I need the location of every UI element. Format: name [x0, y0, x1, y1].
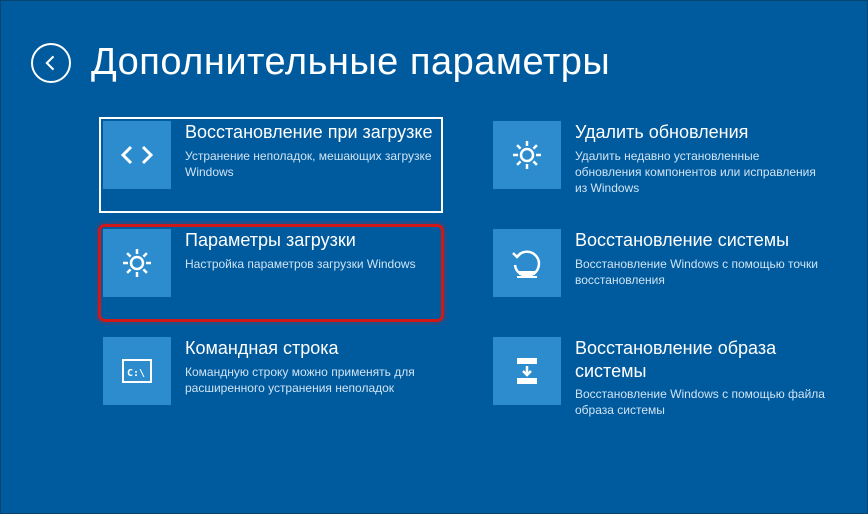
tile-startup-settings[interactable]: Параметры загрузки Настройка параметров …	[101, 227, 441, 319]
tile-text: Восстановление при загрузке Устранение н…	[185, 121, 439, 180]
gear-icon	[103, 229, 171, 297]
tile-title: Командная строка	[185, 337, 439, 360]
tile-desc: Удалить недавно установленные обновления…	[575, 148, 829, 197]
tile-text: Восстановление образа системы Восстановл…	[575, 337, 829, 418]
tile-desc: Восстановление Windows с помощью точки в…	[575, 256, 829, 288]
tile-system-restore[interactable]: Восстановление системы Восстановление Wi…	[491, 227, 831, 319]
tile-uninstall-updates[interactable]: Удалить обновления Удалить недавно устан…	[491, 119, 831, 211]
advanced-options-screen: Дополнительные параметры Восстановление …	[0, 0, 868, 514]
svg-text:C:\: C:\	[127, 368, 145, 379]
image-restore-icon	[493, 337, 561, 405]
tile-command-prompt[interactable]: C:\ Командная строка Командную строку мо…	[101, 335, 441, 427]
tile-text: Восстановление системы Восстановление Wi…	[575, 229, 829, 288]
tile-desc: Устранение неполадок, мешающих загрузке …	[185, 148, 439, 180]
tile-title: Восстановление системы	[575, 229, 829, 252]
tile-desc: Командную строку можно применять для рас…	[185, 364, 439, 396]
header: Дополнительные параметры	[31, 41, 867, 84]
tile-text: Параметры загрузки Настройка параметров …	[185, 229, 439, 272]
tile-desc: Настройка параметров загрузки Windows	[185, 256, 439, 272]
tile-text: Командная строка Командную строку можно …	[185, 337, 439, 396]
right-column: Удалить обновления Удалить недавно устан…	[491, 119, 831, 427]
arrow-left-icon	[41, 53, 61, 73]
back-button[interactable]	[31, 43, 71, 83]
tile-title: Восстановление образа системы	[575, 337, 829, 382]
tile-text: Удалить обновления Удалить недавно устан…	[575, 121, 829, 196]
tile-system-image-recovery[interactable]: Восстановление образа системы Восстановл…	[491, 335, 831, 427]
tile-title: Параметры загрузки	[185, 229, 439, 252]
restore-icon	[493, 229, 561, 297]
left-column: Восстановление при загрузке Устранение н…	[101, 119, 441, 427]
gear-icon	[493, 121, 561, 189]
tile-desc: Восстановление Windows с помощью файла о…	[575, 386, 829, 418]
code-icon	[103, 121, 171, 189]
page-title: Дополнительные параметры	[91, 41, 610, 84]
tile-startup-repair[interactable]: Восстановление при загрузке Устранение н…	[101, 119, 441, 211]
tile-title: Удалить обновления	[575, 121, 829, 144]
tile-title: Восстановление при загрузке	[185, 121, 439, 144]
options-grid: Восстановление при загрузке Устранение н…	[31, 119, 867, 427]
terminal-icon: C:\	[103, 337, 171, 405]
